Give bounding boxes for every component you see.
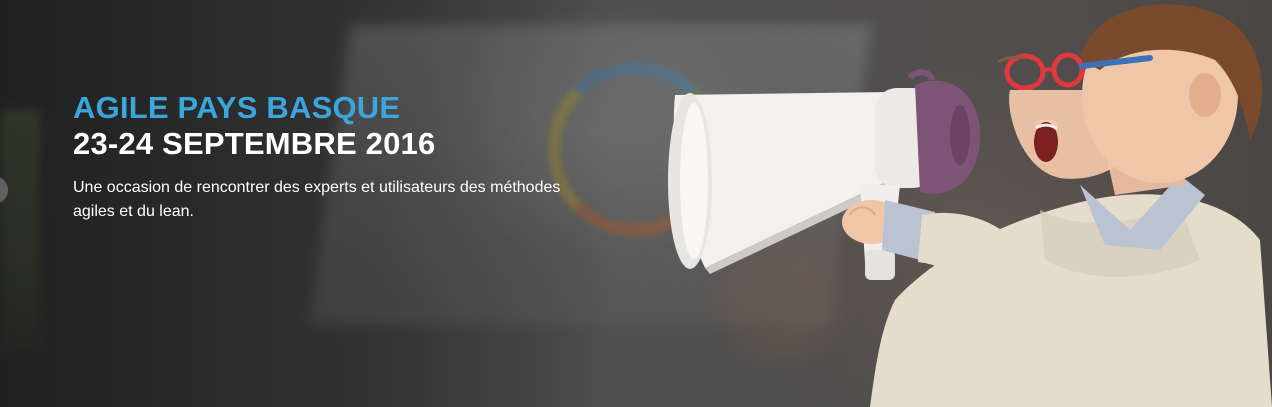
event-title: AGILE PAYS BASQUE [73,90,401,125]
event-description: Une occasion de rencontrer des experts e… [73,179,561,220]
glasses-lens [1004,53,1046,91]
hero-text-block: AGILE PAYS BASQUE 23-24 SEPTEMBRE 2016 U… [73,90,633,224]
event-date: 23-24 SEPTEMBRE 2016 [73,126,436,161]
megaphone-back [915,80,980,194]
kid-megaphone-image [668,4,1272,407]
hero-banner: AGILE PAYS BASQUE 23-24 SEPTEMBRE 2016 U… [0,0,1272,407]
